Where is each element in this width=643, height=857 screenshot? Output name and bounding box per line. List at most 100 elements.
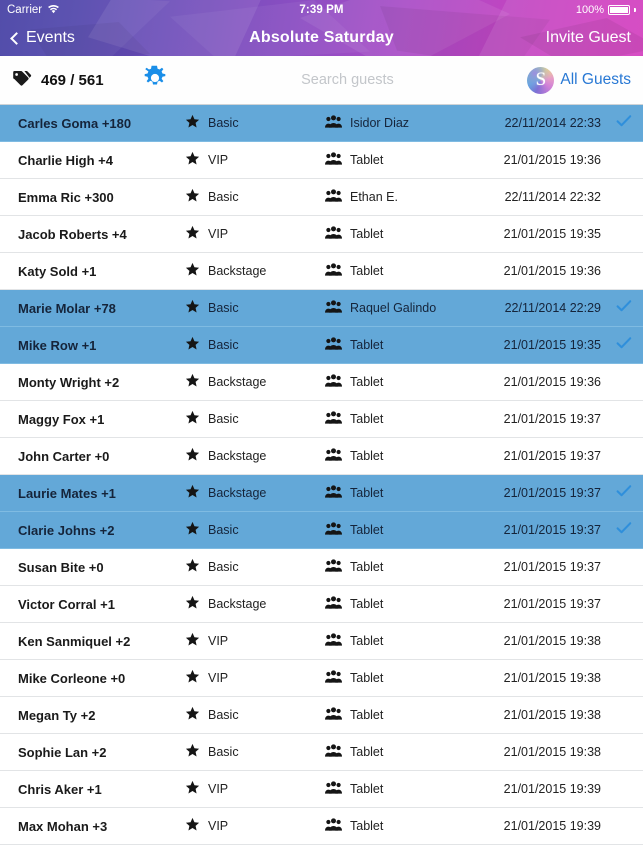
guest-source-label: Isidor Diaz [350,116,410,130]
people-group-icon [325,411,342,427]
guest-row[interactable]: Max Mohan +3 VIP Tablet 21/01/2015 19:39 [0,808,643,845]
gear-icon [142,65,168,96]
people-group-icon [325,670,342,686]
guest-row[interactable]: Carles Goma +180 Basic Isidor Diaz 22/11/20… [0,105,643,142]
guest-timestamp: 21/01/2015 19:36 [503,375,601,389]
guest-source-label: Tablet [350,227,384,241]
guest-checked-in-indicator[interactable] [605,336,643,355]
guest-source-label: Tablet [350,597,384,611]
guest-timestamp: 21/01/2015 19:39 [503,819,601,833]
guest-source-cell: Tablet [325,411,500,427]
guest-timestamp: 22/11/2014 22:33 [504,116,601,130]
guest-timestamp: 21/01/2015 19:35 [503,338,601,352]
guest-row[interactable]: Mike Row +1 Basic Tablet 21/01/2015 19:35 [0,327,643,364]
people-group-icon [325,559,342,575]
guest-source-label: Tablet [350,782,384,796]
guest-source-cell: Tablet [325,596,500,612]
star-icon [185,262,200,280]
guest-timestamp: 21/01/2015 19:38 [503,708,601,722]
guest-checked-in-indicator[interactable] [605,114,643,133]
guest-checked-in-indicator[interactable] [605,521,643,540]
star-icon [185,188,200,206]
guest-name: Jacob Roberts +4 [18,226,127,242]
guest-count-badge[interactable]: 469 / 561 [0,70,104,91]
guest-row[interactable]: Susan Bite +0 Basic Tablet 21/01/2015 19:37 [0,549,643,586]
guest-name: Laurie Mates +1 [18,485,116,501]
guest-row[interactable]: Monty Wright +2 Backstage Tablet 21/01/2015… [0,364,643,401]
guest-tier-cell: VIP [185,817,325,835]
star-icon [185,780,200,798]
guest-row[interactable]: Victor Corral +1 Backstage Tablet 21/01/201… [0,586,643,623]
guest-name: Ken Sanmiquel +2 [18,633,131,649]
guest-source-label: Tablet [350,634,384,648]
guest-row[interactable]: Laurie Mates +1 Backstage Tablet 21/01/2015… [0,475,643,512]
all-guests-filter-button[interactable]: S All Guests [527,66,643,94]
star-icon [185,114,200,132]
invite-guest-button[interactable]: Invite Guest [546,29,631,47]
check-icon [616,521,632,540]
all-guests-label: All Guests [560,71,631,88]
people-group-icon [325,189,342,205]
guest-row[interactable]: Emma Ric +300 Basic Ethan E. 22/11/2014 22:… [0,179,643,216]
guest-source-cell: Tablet [325,818,500,834]
guest-tier-label: VIP [208,634,229,648]
people-group-icon [325,300,342,316]
settings-button[interactable] [142,65,168,96]
guest-tier-label: VIP [208,227,229,241]
guest-row[interactable]: Chris Aker +1 VIP Tablet 21/01/2015 19:39 [0,771,643,808]
guest-source-cell: Isidor Diaz [325,115,500,131]
guest-tier-label: Basic [208,116,239,130]
guest-source-cell: Tablet [325,781,500,797]
guest-row[interactable]: Maggy Fox +1 Basic Tablet 21/01/2015 19:37 [0,401,643,438]
guest-row[interactable]: Megan Ty +2 Basic Tablet 21/01/2015 19:38 [0,697,643,734]
guest-tier-label: Basic [208,301,239,315]
people-group-icon [325,485,342,501]
guest-tier-cell: VIP [185,151,325,169]
guest-source-label: Tablet [350,153,384,167]
status-bar-clock: 7:39 PM [299,4,344,16]
guest-row[interactable]: Mike Corleone +0 VIP Tablet 21/01/2015 19:3… [0,660,643,697]
people-group-icon [325,633,342,649]
guest-row[interactable]: Charlie High +4 VIP Tablet 21/01/2015 19:36 [0,142,643,179]
guest-name: Marie Molar +78 [18,300,116,316]
guest-name: Monty Wright +2 [18,374,120,390]
guest-row[interactable]: Katy Sold +1 Backstage Tablet 21/01/2015 19… [0,253,643,290]
guest-source-cell: Raquel Galindo [325,300,500,316]
star-icon [185,817,200,835]
guest-source-cell: Tablet [325,670,500,686]
guest-checked-in-indicator[interactable] [605,299,643,318]
guest-row[interactable]: Clarie Johns +2 Basic Tablet 21/01/2015 19:… [0,512,643,549]
guest-source-cell: Ethan E. [325,189,500,205]
search-input[interactable] [227,72,468,88]
guest-tier-label: Basic [208,338,239,352]
people-group-icon [325,337,342,353]
guest-checked-in-indicator[interactable] [605,484,643,503]
guest-list: Carles Goma +180 Basic Isidor Diaz 22/11/20… [0,105,643,845]
guest-tier-cell: Backstage [185,373,325,391]
guest-tier-cell: Basic [185,706,325,724]
navigation-header: Carrier 7:39 PM 100% Events Absolute Sat… [0,0,643,56]
star-icon [185,743,200,761]
guest-tier-cell: VIP [185,669,325,687]
guest-tier-label: Backstage [208,375,267,389]
guest-timestamp: 21/01/2015 19:37 [503,560,601,574]
guest-source-label: Tablet [350,523,384,537]
guest-row[interactable]: Jacob Roberts +4 VIP Tablet 21/01/2015 19:3… [0,216,643,253]
guest-timestamp: 21/01/2015 19:37 [503,449,601,463]
guest-tier-label: Basic [208,523,239,537]
guest-name: Emma Ric +300 [18,189,114,205]
guest-row[interactable]: Sophie Lan +2 Basic Tablet 21/01/2015 19:38 [0,734,643,771]
guest-row[interactable]: Marie Molar +78 Basic Raquel Galindo 22/11/… [0,290,643,327]
guest-timestamp: 21/01/2015 19:35 [503,227,601,241]
guest-tier-cell: VIP [185,632,325,650]
guest-row[interactable]: John Carter +0 Backstage Tablet 21/01/2015 … [0,438,643,475]
battery-percent-label: 100% [575,4,604,16]
people-group-icon [325,818,342,834]
guest-tier-label: Basic [208,190,239,204]
guest-tier-label: Backstage [208,597,267,611]
guest-tier-label: Basic [208,708,239,722]
people-group-icon [325,226,342,242]
guest-row[interactable]: Ken Sanmiquel +2 VIP Tablet 21/01/2015 19:3… [0,623,643,660]
people-group-icon [325,374,342,390]
guest-source-label: Ethan E. [350,190,398,204]
